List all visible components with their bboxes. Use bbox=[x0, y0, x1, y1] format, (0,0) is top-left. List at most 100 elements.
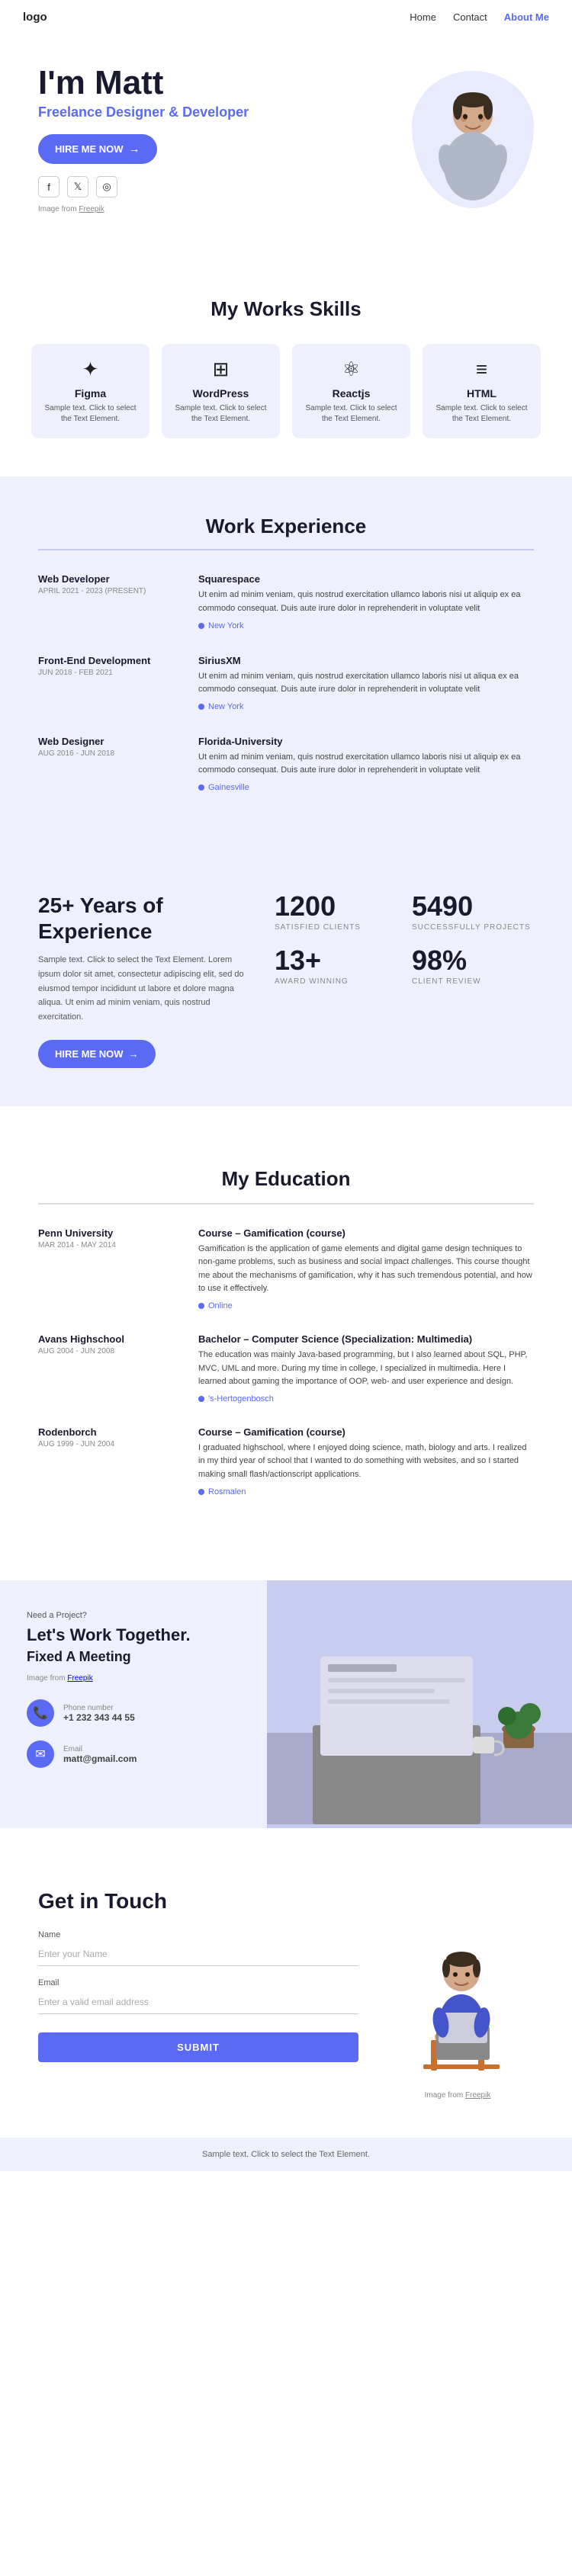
nav-home[interactable]: Home bbox=[410, 11, 436, 23]
edu-desc-1: Gamification is the application of game … bbox=[198, 1243, 534, 1296]
nav-about[interactable]: About Me bbox=[504, 11, 549, 23]
stat-label: SATISFIED CLIENTS bbox=[275, 923, 397, 932]
work-experience-title: Work Experience bbox=[38, 515, 534, 550]
cta-email: ✉ Email matt@gmail.com bbox=[27, 1740, 240, 1768]
stats-left: 25+ Years of Experience Sample text. Cli… bbox=[38, 893, 252, 1068]
cta-phone: 📞 Phone number +1 232 343 44 55 bbox=[27, 1699, 240, 1727]
skill-desc: Sample text. Click to select the Text El… bbox=[433, 403, 530, 425]
stats-right: 1200 SATISFIED CLIENTS 5490 SUCCESSFULLY… bbox=[275, 893, 534, 986]
cta-email-details: Email matt@gmail.com bbox=[63, 1745, 137, 1764]
work-company-1: Squarespace bbox=[198, 573, 534, 585]
stat-projects: 5490 SUCCESSFULLY PROJECTS bbox=[412, 893, 534, 932]
skill-desc: Sample text. Click to select the Text El… bbox=[303, 403, 400, 425]
contact-title: Get in Touch bbox=[38, 1889, 358, 1914]
stats-section: 25+ Years of Experience Sample text. Cli… bbox=[0, 855, 572, 1106]
phone-icon: 📞 bbox=[27, 1699, 54, 1727]
hero-subtitle: Freelance Designer & Developer bbox=[38, 104, 397, 120]
location-dot-icon bbox=[198, 623, 204, 629]
stat-label: CLIENT REVIEW bbox=[412, 977, 534, 986]
cta-pretitle: Need a Project? bbox=[27, 1611, 240, 1620]
name-label: Name bbox=[38, 1930, 358, 1939]
work-row-3: Web Designer AUG 2016 - JUN 2018 Florida… bbox=[38, 736, 534, 792]
location-dot-icon bbox=[198, 1396, 204, 1402]
skill-card-wordpress: ⊞ WordPress Sample text. Click to select… bbox=[162, 344, 280, 438]
work-date-3: AUG 2016 - JUN 2018 bbox=[38, 749, 175, 758]
arrow-icon: → bbox=[129, 1048, 139, 1060]
logo: logo bbox=[23, 11, 47, 24]
work-location-2: New York bbox=[198, 702, 534, 711]
contact-image: Image from Freepik bbox=[381, 1889, 534, 2100]
stats-desc: Sample text. Click to select the Text El… bbox=[38, 953, 252, 1024]
email-input[interactable] bbox=[38, 1991, 358, 2014]
skill-card-figma: ✦ Figma Sample text. Click to select the… bbox=[31, 344, 149, 438]
stat-number: 13+ bbox=[275, 947, 397, 974]
twitter-icon[interactable]: 𝕏 bbox=[67, 176, 88, 197]
edu-row-3: Rodenborch AUG 1999 - JUN 2004 Course – … bbox=[38, 1426, 534, 1497]
work-right-2: SiriusXM Ut enim ad minim veniam, quis n… bbox=[198, 655, 534, 711]
workspace-svg bbox=[267, 1580, 572, 1824]
work-desc-1: Ut enim ad minim veniam, quis nostrud ex… bbox=[198, 589, 534, 615]
cta-phone-details: Phone number +1 232 343 44 55 bbox=[63, 1704, 135, 1723]
work-desc-2: Ut enim ad minim veniam, quis nostrud ex… bbox=[198, 670, 534, 697]
work-left-3: Web Designer AUG 2016 - JUN 2018 bbox=[38, 736, 175, 792]
email-icon: ✉ bbox=[27, 1740, 54, 1768]
name-form-group: Name bbox=[38, 1930, 358, 1966]
edu-location-1: Online bbox=[198, 1301, 534, 1310]
skill-card-react: ⚛ Reactjs Sample text. Click to select t… bbox=[292, 344, 410, 438]
instagram-icon[interactable]: ◎ bbox=[96, 176, 117, 197]
cta-title: Let's Work Together. bbox=[27, 1625, 240, 1647]
footer-text: Sample text. Click to select the Text El… bbox=[23, 2150, 549, 2159]
nav-links: Home Contact About Me bbox=[410, 11, 549, 23]
skill-name: WordPress bbox=[172, 387, 269, 399]
footer: Sample text. Click to select the Text El… bbox=[0, 2138, 572, 2171]
figma-icon: ✦ bbox=[42, 358, 139, 381]
html-icon: ≡ bbox=[433, 358, 530, 381]
cta-section: Need a Project? Let's Work Together. Fix… bbox=[0, 1580, 572, 1828]
edu-left-2: Avans Highschool AUG 2004 - JUN 2008 bbox=[38, 1333, 175, 1403]
arrow-icon: → bbox=[129, 143, 140, 156]
edu-row-2: Avans Highschool AUG 2004 - JUN 2008 Bac… bbox=[38, 1333, 534, 1403]
stat-number: 5490 bbox=[412, 893, 534, 920]
edu-date-3: AUG 1999 - JUN 2004 bbox=[38, 1440, 175, 1448]
work-location-3: Gainesville bbox=[198, 783, 534, 792]
work-right-1: Squarespace Ut enim ad minim veniam, qui… bbox=[198, 573, 534, 630]
skill-name: Figma bbox=[42, 387, 139, 399]
cta-image-credit: Image from Freepik bbox=[27, 1674, 240, 1683]
edu-course-1: Course – Gamification (course) bbox=[198, 1227, 534, 1239]
wordpress-icon: ⊞ bbox=[172, 358, 269, 381]
skill-name: Reactjs bbox=[303, 387, 400, 399]
hire-me-button[interactable]: HIRE ME NOW → bbox=[38, 134, 157, 164]
name-input[interactable] bbox=[38, 1942, 358, 1966]
work-company-3: Florida-University bbox=[198, 736, 534, 747]
edu-school-3: Rodenborch bbox=[38, 1426, 175, 1438]
stat-label: SUCCESSFULLY PROJECTS bbox=[412, 923, 534, 932]
contact-person-svg bbox=[389, 1912, 526, 2080]
contact-image-credit: Image from Freepik bbox=[389, 2091, 526, 2100]
facebook-icon[interactable]: f bbox=[38, 176, 59, 197]
cta-left: Need a Project? Let's Work Together. Fix… bbox=[0, 1580, 267, 1828]
edu-school-2: Avans Highschool bbox=[38, 1333, 175, 1345]
hero-image-credit: Image from Freepik bbox=[38, 205, 397, 213]
edu-left-1: Penn University MAR 2014 - MAY 2014 bbox=[38, 1227, 175, 1310]
work-row-2: Front-End Development JUN 2018 - FEB 202… bbox=[38, 655, 534, 711]
education-title: My Education bbox=[38, 1167, 534, 1205]
stat-number: 1200 bbox=[275, 893, 397, 920]
react-icon: ⚛ bbox=[303, 358, 400, 381]
hire-me-stats-button[interactable]: HIRE ME NOW → bbox=[38, 1040, 156, 1068]
freepik-link[interactable]: Freepik bbox=[67, 1674, 92, 1683]
stat-label: AWARD WINNING bbox=[275, 977, 397, 986]
work-left-1: Web Developer APRIL 2021 - 2023 (PRESENT… bbox=[38, 573, 175, 630]
freepik-link-contact[interactable]: Freepik bbox=[465, 2091, 490, 2100]
nav-contact[interactable]: Contact bbox=[453, 11, 487, 23]
edu-desc-2: The education was mainly Java-based prog… bbox=[198, 1349, 534, 1389]
skills-section: My Works Skills ✦ Figma Sample text. Cli… bbox=[0, 259, 572, 476]
freepik-link[interactable]: Freepik bbox=[79, 205, 104, 213]
location-dot-icon bbox=[198, 1489, 204, 1495]
stat-clients: 1200 SATISFIED CLIENTS bbox=[275, 893, 397, 932]
submit-button[interactable]: SUBMIT bbox=[38, 2032, 358, 2062]
edu-course-3: Course – Gamification (course) bbox=[198, 1426, 534, 1438]
location-dot-icon bbox=[198, 784, 204, 791]
skill-desc: Sample text. Click to select the Text El… bbox=[42, 403, 139, 425]
edu-school-1: Penn University bbox=[38, 1227, 175, 1239]
stat-review: 98% CLIENT REVIEW bbox=[412, 947, 534, 986]
